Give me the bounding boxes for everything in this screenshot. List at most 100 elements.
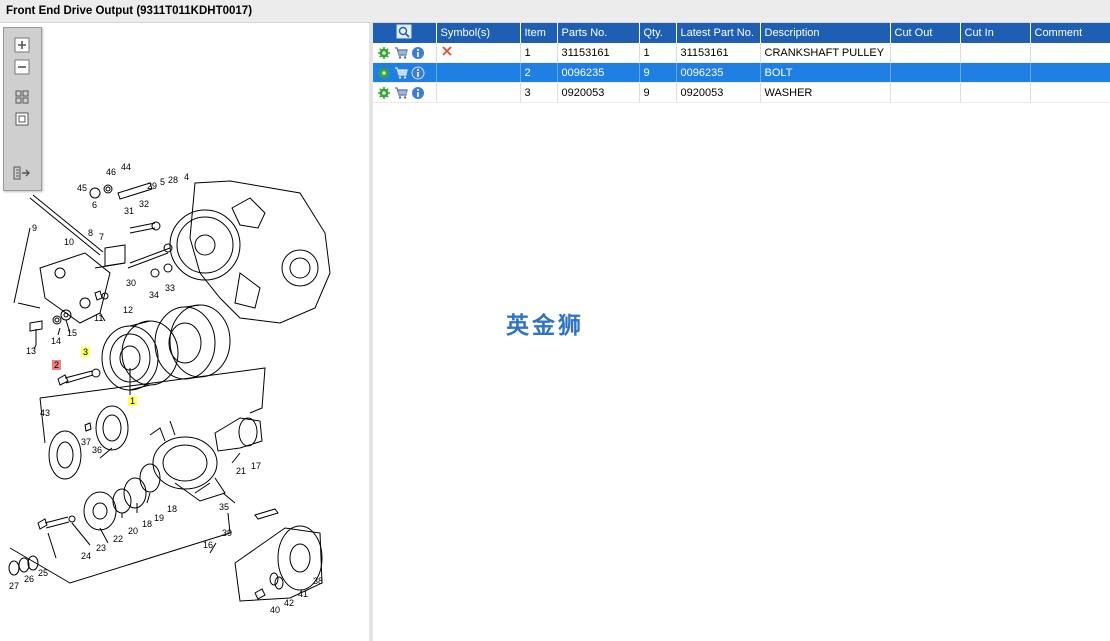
diagram-label: 16	[203, 540, 213, 550]
diagram-label: 39	[222, 528, 232, 538]
row-actions	[373, 62, 437, 83]
cell-cut-out	[890, 82, 961, 103]
diagram-label: 28	[168, 175, 178, 185]
window-titlebar: Front End Drive Output (9311T011KDHT0017…	[0, 0, 1110, 23]
table-row[interactable]: 1 31153161 1 31153161 CRANKSHAFT PULLEY	[373, 43, 1110, 63]
cell-latest-part-no: 31153161	[676, 43, 761, 63]
diagram-label: 17	[251, 461, 261, 471]
column-header-qty[interactable]: Qty.	[639, 23, 677, 43]
cell-latest-part-no: 0920053	[676, 82, 761, 103]
cell-cut-out	[890, 43, 961, 63]
diagram-label: 20	[128, 526, 138, 536]
cart-icon[interactable]	[394, 66, 408, 80]
info-icon[interactable]	[411, 46, 425, 60]
diagram-label: 19	[154, 513, 164, 523]
diagram-label: 30	[126, 278, 136, 288]
diagram-label: 24	[81, 551, 91, 561]
info-icon[interactable]	[411, 66, 425, 80]
diagram-label: 22	[113, 534, 123, 544]
diagram-label: 41	[298, 589, 308, 599]
row-symbols	[436, 82, 521, 103]
cell-description: CRANKSHAFT PULLEY	[760, 43, 891, 63]
info-icon[interactable]	[411, 86, 425, 100]
exploded-diagram[interactable]: 44 46 45 6 29 5 28 4 31 32 9 10 8 7 30 3…	[0, 23, 369, 641]
diagram-label: 29	[147, 181, 157, 191]
actual-size-button[interactable]	[12, 110, 32, 128]
table-row-selected[interactable]: 2 0096235 9 0096235 BOLT	[373, 62, 1110, 83]
column-header-cut-out[interactable]: Cut Out	[890, 23, 961, 43]
diagram-label: 13	[26, 346, 36, 356]
cell-latest-part-no: 0096235	[676, 62, 761, 83]
cell-comment	[1030, 43, 1110, 63]
gear-icon[interactable]	[377, 66, 391, 80]
diagram-label: 25	[38, 568, 48, 578]
diagram-label: 43	[40, 408, 50, 418]
callout-item-1[interactable]: 1	[128, 396, 138, 406]
zoom-in-icon	[14, 37, 30, 53]
parts-list-pane: Symbol(s) Item Parts No. Qty. Latest Par…	[373, 23, 1110, 641]
diagram-label: 44	[121, 162, 131, 172]
table-header-row: Symbol(s) Item Parts No. Qty. Latest Par…	[373, 23, 1110, 43]
diagram-label: 31	[124, 206, 134, 216]
row-actions	[373, 43, 437, 63]
diagram-label: 35	[219, 502, 229, 512]
diagram-label: 27	[9, 581, 19, 591]
diagram-label: 21	[236, 466, 246, 476]
cell-parts-no: 0096235	[557, 62, 640, 83]
diagram-label: 4	[184, 172, 189, 182]
column-header-description[interactable]: Description	[760, 23, 891, 43]
row-symbols	[436, 43, 521, 63]
diagram-label: 40	[270, 605, 280, 615]
diagram-label: 9	[32, 223, 37, 233]
gear-icon[interactable]	[377, 46, 391, 60]
diagram-label: 33	[165, 283, 175, 293]
column-header-symbols[interactable]: Symbol(s)	[436, 23, 521, 43]
column-header-filter[interactable]	[373, 23, 437, 43]
x-icon	[441, 46, 452, 56]
zoom-in-button[interactable]	[12, 36, 32, 54]
column-header-cut-in[interactable]: Cut In	[960, 23, 1031, 43]
zoom-out-icon	[14, 59, 30, 75]
diagram-toolbar	[3, 27, 42, 191]
cell-comment	[1030, 82, 1110, 103]
column-header-item[interactable]: Item	[520, 23, 558, 43]
cell-cut-in	[960, 43, 1031, 63]
diagram-label: 6	[92, 200, 97, 210]
square-icon	[15, 112, 29, 126]
cell-item: 2	[520, 62, 558, 83]
cell-cut-in	[960, 82, 1031, 103]
diagram-label: 14	[51, 336, 61, 346]
diagram-label: 18	[142, 519, 152, 529]
column-header-latest-part-no[interactable]: Latest Part No.	[676, 23, 761, 43]
zoom-out-button[interactable]	[12, 58, 32, 76]
diagram-label: 8	[88, 228, 93, 238]
cart-icon[interactable]	[394, 46, 408, 60]
cell-item: 1	[520, 43, 558, 63]
column-header-comment[interactable]: Comment	[1030, 23, 1110, 43]
table-row[interactable]: 3 0920053 9 0920053 WASHER	[373, 82, 1110, 103]
gear-icon[interactable]	[377, 86, 391, 100]
diagram-label: 5	[160, 177, 165, 187]
diagram-pane[interactable]: 44 46 45 6 29 5 28 4 31 32 9 10 8 7 30 3…	[0, 23, 369, 641]
cell-qty: 9	[639, 62, 677, 83]
fit-grid-button[interactable]	[12, 88, 32, 106]
diagram-label: 36	[92, 445, 102, 455]
diagram-label: 46	[106, 167, 116, 177]
export-button[interactable]	[12, 164, 32, 182]
watermark-logo: 英金狮	[506, 313, 584, 339]
callout-item-2[interactable]: 2	[52, 360, 62, 370]
cell-comment	[1030, 62, 1110, 83]
row-symbols	[436, 62, 521, 83]
diagram-label: 10	[64, 237, 74, 247]
cell-item: 3	[520, 82, 558, 103]
cart-icon[interactable]	[394, 86, 408, 100]
export-arrow-icon	[13, 166, 30, 180]
diagram-label: 23	[96, 543, 106, 553]
row-actions	[373, 82, 437, 103]
cell-cut-in	[960, 62, 1031, 83]
cell-description: BOLT	[760, 62, 891, 83]
callout-item-3[interactable]: 3	[81, 347, 91, 357]
cell-qty: 1	[639, 43, 677, 63]
cell-description: WASHER	[760, 82, 891, 103]
column-header-parts-no[interactable]: Parts No.	[557, 23, 640, 43]
